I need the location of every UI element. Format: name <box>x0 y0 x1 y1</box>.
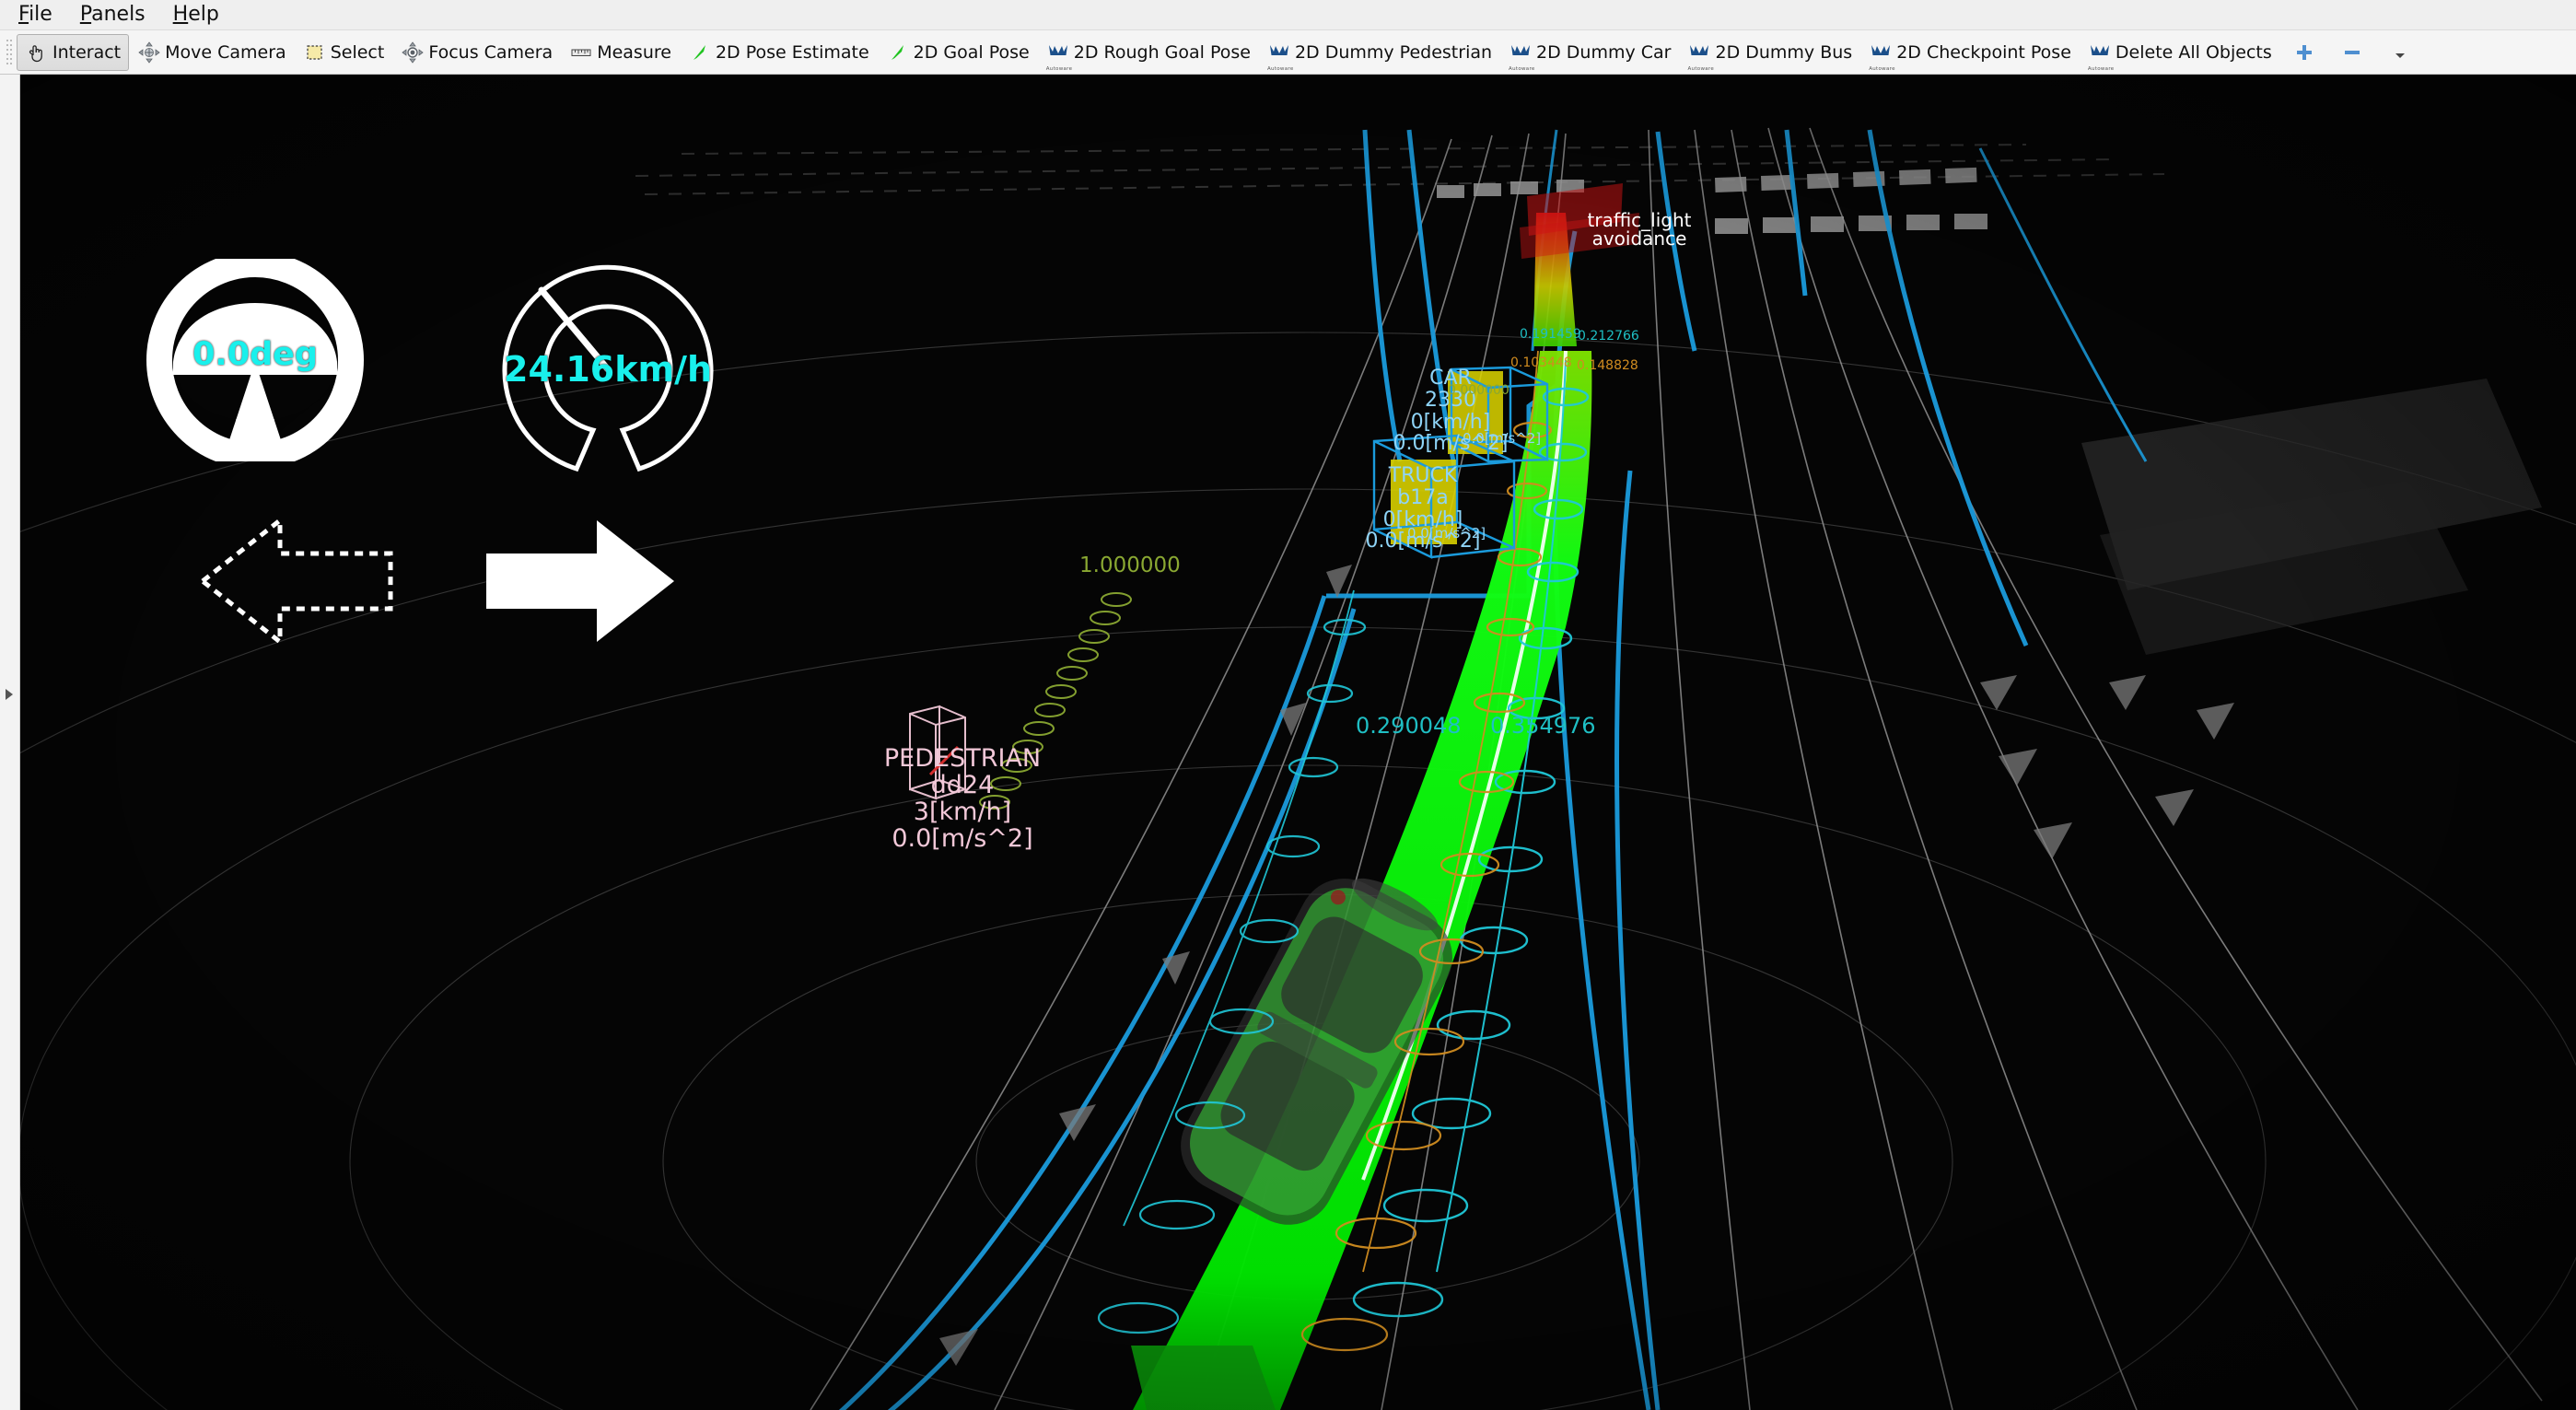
cost-value-label-2: 0.000000 <box>1448 383 1509 398</box>
accel-readout-label-2: 0.0[m/s^2] <box>1407 525 1486 542</box>
tool-2d-dummy-pedestrian-label: 2D Dummy Pedestrian <box>1294 41 1493 63</box>
tool-delete-all-objects[interactable]: Autoware Delete All Objects <box>2080 34 2280 72</box>
speedometer-widget: 24.16km/h <box>488 250 728 480</box>
tool-move-camera[interactable]: Move Camera <box>129 34 295 71</box>
green-arrow-icon <box>688 41 712 64</box>
menu-help-mnemonic: H <box>172 2 189 26</box>
velocity-factor-label-4: 0.212766 <box>1578 329 1639 344</box>
velocity-factor-label-1: 0.290048 <box>1356 713 1462 739</box>
menu-help-rest: elp <box>188 2 219 26</box>
3d-scene[interactable] <box>0 75 2576 1410</box>
autoware-watermark: Autoware <box>1509 65 1535 72</box>
autoware-watermark: Autoware <box>1266 65 1294 72</box>
tool-2d-rough-goal-pose-label: 2D Rough Goal Pose <box>1073 41 1251 63</box>
tool-select[interactable]: Select <box>295 34 393 71</box>
steering-angle-value: 0.0deg <box>192 336 318 373</box>
toolbar-drag-handle[interactable] <box>6 38 14 66</box>
traffic-light-avoidance-label: traffic_light avoidance <box>1547 211 1731 248</box>
menu-panels[interactable]: Panels <box>69 3 158 28</box>
truck-class: TRUCK <box>1388 464 1458 487</box>
pedestrian-speed: 3[km/h] <box>913 798 1012 827</box>
panel-expand-arrow-icon[interactable] <box>6 689 13 700</box>
minus-icon <box>2340 41 2364 64</box>
tool-interact-label: Interact <box>52 41 122 63</box>
autoware-logo-icon: Autoware <box>1046 38 1072 72</box>
tool-2d-pose-estimate[interactable]: 2D Pose Estimate <box>680 34 878 71</box>
menu-panels-rest: anels <box>91 2 146 26</box>
steering-wheel-widget: 0.0deg <box>136 251 374 469</box>
tool-2d-dummy-car-label: 2D Dummy Car <box>1536 41 1672 63</box>
green-arrow-icon <box>886 41 910 64</box>
tool-delete-all-objects-label: Delete All Objects <box>2115 41 2272 63</box>
cost-value-label: 1.000000 <box>1079 554 1181 577</box>
toolbar: Interact Move Camera Select Focus Camera… <box>0 30 2576 75</box>
tool-2d-checkpoint-pose[interactable]: Autoware 2D Checkpoint Pose <box>1860 34 2080 72</box>
accel-readout-label: 0.0[m/s^2] <box>1463 430 1542 447</box>
tool-focus-camera-label: Focus Camera <box>428 41 554 63</box>
plus-icon <box>2292 41 2316 64</box>
autoware-watermark: Autoware <box>2087 65 2115 72</box>
arrow-right-icon <box>486 520 674 642</box>
jerk-factor-label-2: 0.148828 <box>1577 358 1638 373</box>
autoware-logo-icon: Autoware <box>2088 38 2114 72</box>
pedestrian-class: PEDESTRIAN <box>883 744 1042 773</box>
traffic-light-avoidance-line2: avoidance <box>1591 227 1687 250</box>
tool-interact[interactable]: Interact <box>17 33 130 71</box>
autoware-watermark: Autoware <box>1869 65 1895 72</box>
tool-select-label: Select <box>330 41 385 63</box>
turn-signal-right <box>479 507 682 655</box>
remove-tool-button[interactable] <box>2328 34 2376 71</box>
tool-2d-dummy-car[interactable]: Autoware 2D Dummy Car <box>1500 34 1679 72</box>
tool-measure-label: Measure <box>597 41 671 63</box>
autoware-logo-icon: Autoware <box>1509 38 1534 72</box>
chevron-down-icon <box>2388 41 2412 64</box>
add-tool-button[interactable] <box>2280 34 2328 71</box>
menubar: File Panels Help <box>0 0 2576 30</box>
tool-2d-dummy-bus[interactable]: Autoware 2D Dummy Bus <box>1679 34 1860 72</box>
arrow-left-icon <box>198 515 393 647</box>
menu-file-mnemonic: F <box>18 2 29 26</box>
tool-2d-checkpoint-pose-label: 2D Checkpoint Pose <box>1896 41 2071 63</box>
pedestrian-accel: 0.0[m/s^2] <box>892 824 1033 854</box>
toolbar-overflow-button[interactable] <box>2376 34 2424 71</box>
tool-2d-pose-estimate-label: 2D Pose Estimate <box>715 41 869 63</box>
autoware-watermark: Autoware <box>1045 65 1073 72</box>
panel-collapse-rail[interactable] <box>0 75 20 1410</box>
autoware-logo-icon: Autoware <box>1869 38 1894 72</box>
selection-box-icon <box>303 41 327 64</box>
autoware-logo-icon: Autoware <box>1687 38 1714 72</box>
ruler-icon <box>569 41 593 64</box>
tool-2d-goal-pose-label: 2D Goal Pose <box>913 41 1030 63</box>
tool-2d-goal-pose[interactable]: 2D Goal Pose <box>878 34 1038 71</box>
menu-file[interactable]: File <box>7 3 65 28</box>
menu-help[interactable]: Help <box>162 3 232 28</box>
autoware-watermark: Autoware <box>1687 65 1715 72</box>
traffic-light-avoidance-line1: traffic_light <box>1587 209 1692 231</box>
tool-2d-rough-goal-pose[interactable]: Autoware 2D Rough Goal Pose <box>1038 34 1259 72</box>
hand-cursor-icon <box>25 41 49 64</box>
pedestrian-id: dd24 <box>930 771 995 800</box>
tool-focus-camera[interactable]: Focus Camera <box>392 34 561 71</box>
jerk-factor-label-1: 0.103448 <box>1510 355 1572 370</box>
move-camera-icon <box>137 41 161 64</box>
tool-measure[interactable]: Measure <box>561 34 680 71</box>
turn-signal-left <box>195 507 398 655</box>
tool-move-camera-label: Move Camera <box>165 41 286 63</box>
pedestrian-object-label: PEDESTRIAN dd24 3[km/h] 0.0[m/s^2] <box>857 745 1068 853</box>
render-viewport[interactable]: 0.0deg 24.16km/h traffic_light avoidance… <box>0 75 2576 1410</box>
velocity-factor-label-3: 0.191459 <box>1520 327 1581 342</box>
speed-value: 24.16km/h <box>504 349 712 390</box>
velocity-factor-label-2: 0.354976 <box>1490 713 1596 739</box>
menu-file-rest: ile <box>29 2 52 26</box>
autoware-logo-icon: Autoware <box>1267 38 1293 72</box>
menu-panels-mnemonic: P <box>79 2 92 26</box>
tool-2d-dummy-pedestrian[interactable]: Autoware 2D Dummy Pedestrian <box>1259 34 1500 72</box>
tool-2d-dummy-bus-label: 2D Dummy Bus <box>1715 41 1853 63</box>
focus-camera-icon <box>401 41 425 64</box>
truck-id: b17a <box>1397 485 1449 509</box>
